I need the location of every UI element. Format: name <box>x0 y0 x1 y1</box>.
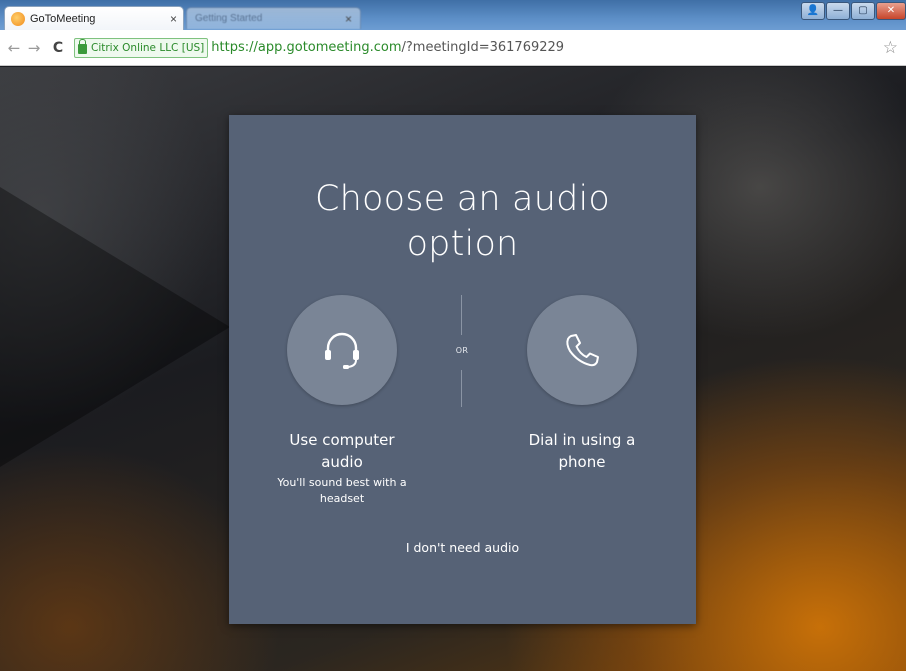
reload-button[interactable]: C <box>48 40 68 56</box>
headset-hint: You'll sound best with a headset <box>252 475 432 507</box>
phone-icon <box>566 334 599 367</box>
tab-getting-started[interactable]: Getting Started × <box>186 7 361 29</box>
computer-audio-label-line: audio <box>321 453 363 471</box>
computer-audio-button[interactable] <box>287 295 397 405</box>
ev-certificate-badge[interactable]: Citrix Online LLC [US] <box>74 37 209 58</box>
browser-toolbar: ← → C Citrix Online LLC [US] https://app… <box>0 30 906 66</box>
no-audio-link[interactable]: I don't need audio <box>229 540 696 555</box>
tab-close-icon[interactable]: × <box>170 12 177 26</box>
computer-audio-option[interactable]: Use computer audio You'll sound best wit… <box>252 295 432 507</box>
page-background: Choose an audio option Use computer audi… <box>0 67 906 671</box>
background-shape <box>0 187 230 467</box>
url-path: /?meetingId=361769229 <box>401 40 565 55</box>
dialog-title: Choose an audio option <box>229 177 696 267</box>
back-button[interactable]: ← <box>4 39 24 57</box>
window-controls: 👤 — ▢ ✕ <box>801 2 906 22</box>
phone-dial-in-label-line: Dial in using a <box>528 431 636 449</box>
headset-icon <box>325 332 359 369</box>
lock-icon <box>78 38 87 54</box>
dialog-title-line: option <box>406 224 519 264</box>
phone-dial-in-label-line: phone <box>558 453 606 471</box>
user-profile-button[interactable]: 👤 <box>801 2 825 20</box>
ev-certificate-label: Citrix Online LLC [US] <box>91 41 205 54</box>
close-window-button[interactable]: ✕ <box>876 2 906 20</box>
headset-hint-line: You'll sound best with a <box>277 476 407 489</box>
audio-options-dialog: Choose an audio option Use computer audi… <box>229 115 696 624</box>
forward-button[interactable]: → <box>24 39 44 57</box>
headset-hint-line: headset <box>319 492 365 505</box>
computer-audio-label[interactable]: Use computer audio <box>252 429 432 473</box>
url-host: https://app.gotomeeting.com <box>211 40 402 55</box>
phone-dial-in-option[interactable]: Dial in using a phone <box>492 295 672 473</box>
tab-title: Getting Started <box>195 13 263 24</box>
minimize-button[interactable]: — <box>826 2 850 20</box>
dialog-title-line: Choose an audio <box>314 179 611 219</box>
or-divider-label: OR <box>455 346 469 355</box>
address-bar[interactable]: Citrix Online LLC [US] https://app.gotom… <box>74 37 877 59</box>
phone-dial-in-label[interactable]: Dial in using a phone <box>492 429 672 473</box>
phone-dial-in-button[interactable] <box>527 295 637 405</box>
divider-line <box>461 370 462 407</box>
tab-title: GoToMeeting <box>30 12 96 25</box>
computer-audio-label-line: Use computer <box>289 431 395 449</box>
tab-gotomeeting[interactable]: GoToMeeting × <box>4 6 184 30</box>
divider-line <box>461 295 462 335</box>
browser-tab-strip: GoToMeeting × Getting Started × 👤 — ▢ ✕ <box>0 0 906 30</box>
tab-close-icon[interactable]: × <box>345 12 352 26</box>
bookmark-star-icon[interactable]: ☆ <box>883 38 898 58</box>
gotomeeting-favicon-icon <box>11 11 25 26</box>
maximize-button[interactable]: ▢ <box>851 2 875 20</box>
